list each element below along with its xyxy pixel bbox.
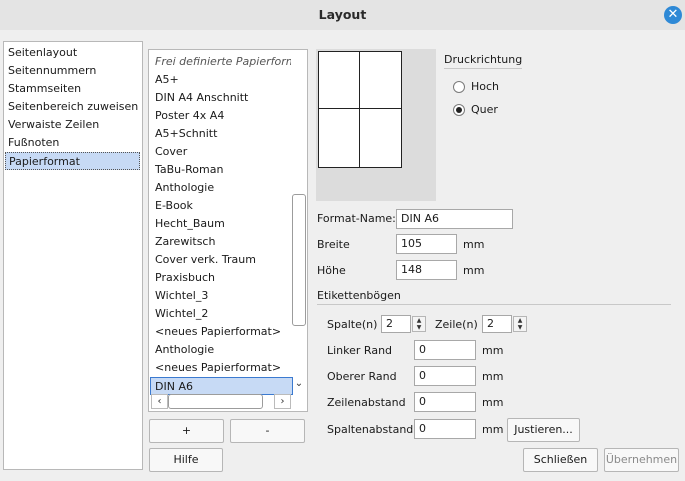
columns-stepper[interactable]: ▲ ▼ bbox=[412, 316, 426, 332]
nav-item[interactable]: Stammseiten bbox=[5, 80, 140, 98]
width-input[interactable]: 105 bbox=[396, 234, 457, 254]
portrait-label[interactable]: Hoch bbox=[471, 78, 499, 96]
paper-format-item[interactable]: Wichtel_3 bbox=[151, 287, 291, 305]
preview-divider-horizontal bbox=[318, 108, 402, 109]
col-spacing-label: Spaltenabstand bbox=[327, 423, 414, 436]
add-format-button[interactable]: + bbox=[149, 419, 224, 443]
page-preview bbox=[318, 51, 402, 168]
height-label: Höhe bbox=[317, 264, 346, 277]
scroll-right-icon[interactable]: › bbox=[274, 394, 291, 409]
paper-format-item[interactable]: <neues Papierformat> bbox=[151, 323, 291, 341]
nav-item[interactable]: Fußnoten bbox=[5, 134, 140, 152]
help-button[interactable]: Hilfe bbox=[149, 448, 223, 472]
portrait-radio[interactable] bbox=[453, 81, 465, 93]
left-margin-label: Linker Rand bbox=[327, 344, 393, 357]
paper-format-item[interactable]: Cover bbox=[151, 143, 291, 161]
rows-stepper[interactable]: ▲ ▼ bbox=[513, 316, 527, 332]
paper-format-item[interactable]: Zarewitsch bbox=[151, 233, 291, 251]
scroll-down-icon[interactable]: ⌄ bbox=[292, 377, 306, 391]
top-margin-input[interactable]: 0 bbox=[414, 366, 476, 386]
landscape-radio[interactable] bbox=[453, 104, 465, 116]
paper-format-item[interactable]: Cover verk. Traum bbox=[151, 251, 291, 269]
row-spacing-input[interactable]: 0 bbox=[414, 392, 476, 412]
rows-label: Zeile(n) bbox=[435, 318, 478, 331]
vertical-scrollbar-thumb[interactable] bbox=[292, 194, 306, 326]
nav-item[interactable]: Seitennummern bbox=[5, 62, 140, 80]
paper-format-item[interactable]: A5+ bbox=[151, 71, 291, 89]
labels-separator bbox=[317, 304, 671, 305]
col-spacing-input[interactable]: 0 bbox=[414, 419, 476, 439]
orientation-heading: Druckrichtung bbox=[444, 53, 523, 66]
paper-format-item[interactable]: Anthologie bbox=[151, 341, 291, 359]
window-title: Layout bbox=[318, 7, 367, 22]
landscape-label[interactable]: Quer bbox=[471, 101, 498, 119]
paper-format-item[interactable]: Hecht_Baum bbox=[151, 215, 291, 233]
top-margin-unit: mm bbox=[482, 370, 504, 383]
paper-format-item[interactable]: Anthologie bbox=[151, 179, 291, 197]
paper-format-item[interactable]: Praxisbuch bbox=[151, 269, 291, 287]
row-spacing-label: Zeilenabstand bbox=[327, 396, 406, 409]
paper-format-item[interactable]: A5+Schnitt bbox=[151, 125, 291, 143]
nav-item[interactable]: Verwaiste Zeilen bbox=[5, 116, 140, 134]
width-unit: mm bbox=[463, 238, 485, 251]
format-name-input[interactable]: DIN A6 bbox=[396, 209, 513, 229]
rows-input[interactable]: 2 bbox=[482, 315, 512, 333]
col-spacing-unit: mm bbox=[482, 423, 504, 436]
height-unit: mm bbox=[463, 264, 485, 277]
paper-format-item[interactable]: Frei definierte Papierformate bbox=[151, 53, 291, 71]
apply-button[interactable]: Übernehmen bbox=[604, 448, 679, 472]
top-margin-label: Oberer Rand bbox=[327, 370, 397, 383]
paper-format-item[interactable]: TaBu-Roman bbox=[151, 161, 291, 179]
nav-item[interactable]: Seitenbereich zuweisen bbox=[5, 98, 140, 116]
columns-label: Spalte(n) bbox=[327, 318, 378, 331]
close-button[interactable]: Schließen bbox=[523, 448, 598, 472]
adjust-button[interactable]: Justieren... bbox=[507, 418, 580, 442]
width-label: Breite bbox=[317, 238, 350, 251]
paper-format-item[interactable]: Poster 4x A4 bbox=[151, 107, 291, 125]
row-spacing-unit: mm bbox=[482, 396, 504, 409]
horizontal-scrollbar-thumb[interactable] bbox=[168, 394, 263, 409]
paper-format-item[interactable]: Wichtel_2 bbox=[151, 305, 291, 323]
scroll-left-icon[interactable]: ‹ bbox=[151, 394, 168, 409]
height-input[interactable]: 148 bbox=[396, 260, 457, 280]
preview-divider-vertical bbox=[359, 51, 360, 168]
close-window-button[interactable]: ✕ bbox=[664, 6, 682, 24]
remove-format-button[interactable]: - bbox=[230, 419, 305, 443]
columns-input[interactable]: 2 bbox=[381, 315, 411, 333]
paper-format-item[interactable]: DIN A6 bbox=[150, 377, 293, 395]
labels-heading: Etikettenbögen bbox=[317, 289, 401, 302]
nav-item[interactable]: Seitenlayout bbox=[5, 44, 140, 62]
left-margin-input[interactable]: 0 bbox=[414, 340, 476, 360]
paper-format-item[interactable]: <neues Papierformat> bbox=[151, 359, 291, 377]
nav-item[interactable]: Papierformat bbox=[5, 152, 140, 170]
left-margin-unit: mm bbox=[482, 344, 504, 357]
paper-format-item[interactable]: E-Book bbox=[151, 197, 291, 215]
paper-format-item[interactable]: DIN A4 Anschnitt bbox=[151, 89, 291, 107]
orientation-separator bbox=[444, 68, 522, 69]
format-name-label: Format-Name: bbox=[317, 212, 396, 225]
